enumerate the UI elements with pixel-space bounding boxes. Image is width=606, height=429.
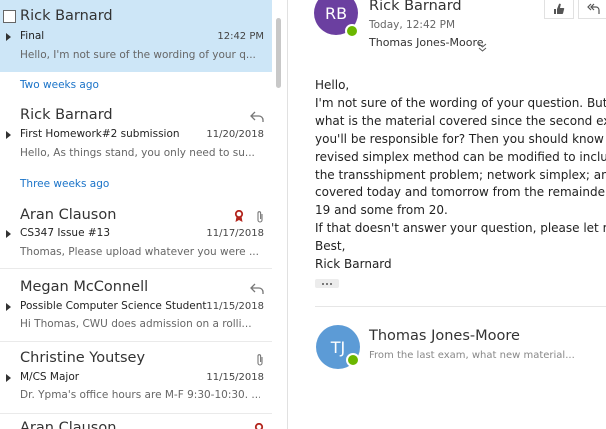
- list-divider: [0, 413, 272, 414]
- body-line: you'll be responsible for? Then you shou…: [315, 131, 606, 146]
- message-subject: First Homework#2 submission: [20, 128, 180, 140]
- reply-icon: [250, 280, 264, 299]
- message-item[interactable]: Rick Barnard First Homework#2 submission…: [0, 100, 272, 172]
- message-preview: Hello, As things stand, you only need to…: [20, 147, 255, 159]
- expand-thread-icon[interactable]: [6, 230, 11, 238]
- message-date: 11/20/2018: [206, 129, 264, 140]
- expand-thread-icon[interactable]: [6, 33, 11, 41]
- message-sender: Aran Clauson: [20, 420, 117, 429]
- message-sender: Megan McConnell: [20, 279, 149, 295]
- list-divider: [0, 341, 272, 342]
- paperclip-icon: [256, 351, 264, 370]
- group-header-two-weeks[interactable]: Two weeks ago: [20, 79, 99, 91]
- avatar-initials: RB: [324, 3, 348, 23]
- body-line: revised simplex method can be modified t…: [315, 149, 606, 164]
- message-separator: [315, 306, 606, 307]
- presence-available-icon: [345, 24, 359, 38]
- reply-all-button[interactable]: [578, 0, 606, 19]
- chevron-down-icon[interactable]: [478, 37, 487, 56]
- expand-thread-icon[interactable]: [6, 374, 11, 382]
- reply-sender-name[interactable]: Thomas Jones-Moore: [369, 328, 520, 344]
- message-item[interactable]: Christine Youtsey M/CS Major 11/15/2018 …: [0, 343, 272, 413]
- paperclip-icon: [256, 208, 264, 227]
- expand-thread-icon[interactable]: [6, 303, 11, 311]
- reply-icon: [250, 108, 264, 127]
- expand-thread-icon[interactable]: [6, 131, 11, 139]
- reply-all-icon: [586, 0, 600, 19]
- message-body: Hello, I'm not sure of the wording of yo…: [315, 77, 606, 274]
- thumbs-up-icon: [553, 0, 565, 19]
- reading-pane: RB Rick Barnard Today, 12:42 PM Thomas J…: [288, 0, 606, 429]
- message-item[interactable]: Megan McConnell Possible Computer Scienc…: [0, 271, 272, 341]
- message-preview: Dr. Ypma's office hours are M-F 9:30-10:…: [20, 389, 260, 401]
- avatar-initials: TJ: [330, 337, 346, 357]
- message-sender: Rick Barnard: [20, 107, 113, 123]
- message-subject: Final: [20, 30, 45, 42]
- group-header-three-weeks[interactable]: Three weeks ago: [20, 178, 109, 190]
- body-line: what is the material covered since the s…: [315, 113, 606, 128]
- reply-preview[interactable]: From the last exam, what new material...: [369, 350, 575, 361]
- message-date: 11/17/2018: [206, 228, 264, 239]
- message-date: 12:42 PM: [217, 31, 264, 42]
- message-subject: CS347 Issue #13: [20, 227, 111, 239]
- show-quoted-text-button[interactable]: [315, 279, 339, 288]
- body-line: covered today and tomorrow from the rema…: [315, 185, 606, 200]
- ribbon-icon: [234, 208, 244, 227]
- message-item-selected[interactable]: Rick Barnard Final 12:42 PM Hello, I'm n…: [0, 0, 272, 72]
- body-line: If that doesn't answer your question, pl…: [315, 221, 606, 236]
- message-subject: Possible Computer Science Student: [20, 300, 207, 312]
- list-divider: [0, 268, 272, 269]
- body-line: Best,: [315, 239, 346, 254]
- message-sender: Rick Barnard: [20, 8, 113, 24]
- select-checkbox[interactable]: [3, 10, 16, 23]
- body-line: the transshipment problem; network simpl…: [315, 167, 606, 182]
- presence-available-icon: [346, 353, 360, 367]
- body-line: I'm not sure of the wording of your ques…: [315, 95, 606, 110]
- reading-sender-name[interactable]: Rick Barnard: [369, 0, 462, 14]
- message-date: 11/15/2018: [206, 301, 264, 312]
- message-preview: Hi Thomas, CWU does admission on a rolli…: [20, 318, 252, 330]
- body-line: 19 and some from 20.: [315, 203, 448, 218]
- reading-time: Today, 12:42 PM: [369, 19, 456, 31]
- message-date: 11/15/2018: [206, 372, 264, 383]
- message-subject: M/CS Major: [20, 371, 80, 383]
- ribbon-icon: [254, 421, 264, 429]
- message-list: Rick Barnard Final 12:42 PM Hello, I'm n…: [0, 0, 288, 429]
- list-scrollbar[interactable]: [276, 18, 281, 88]
- message-sender: Aran Clauson: [20, 207, 117, 223]
- message-item[interactable]: Aran Clauson CS347 Issue #13 11/17/2018 …: [0, 199, 272, 267]
- body-line: Hello,: [315, 78, 350, 92]
- message-sender: Christine Youtsey: [20, 350, 146, 366]
- reading-recipient[interactable]: Thomas Jones-Moore: [369, 36, 484, 49]
- message-preview: Thomas, Please upload whatever you were …: [20, 246, 259, 258]
- message-item[interactable]: Aran Clauson: [0, 416, 272, 429]
- like-button[interactable]: [544, 0, 574, 19]
- body-line: Rick Barnard: [315, 257, 392, 272]
- message-preview: Hello, I'm not sure of the wording of yo…: [20, 49, 256, 61]
